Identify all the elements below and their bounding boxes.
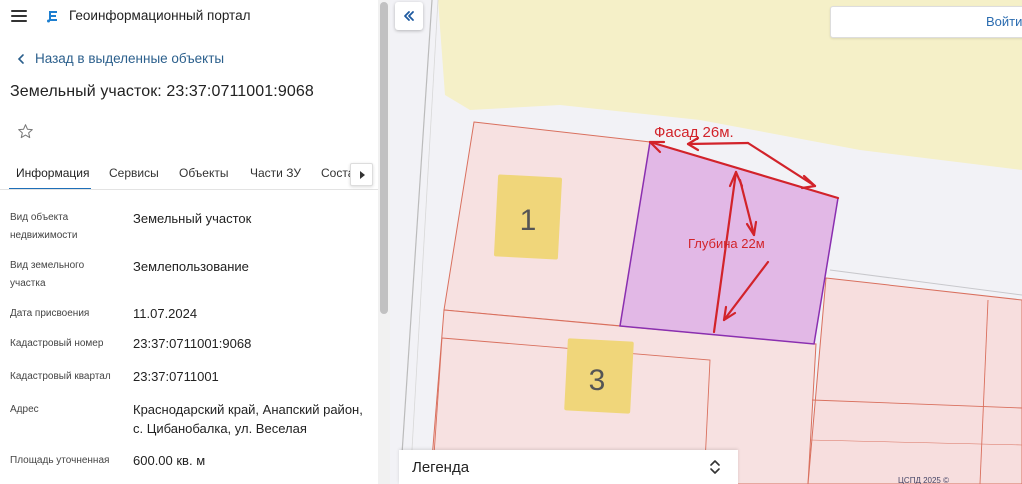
plot-1-number: 1 (520, 204, 537, 237)
object-tabs: Информация Сервисы Объекты Части ЗУ Сост… (0, 156, 378, 190)
portal-logo-icon (47, 11, 57, 23)
tab-objects[interactable]: Объекты (179, 166, 229, 180)
expand-collapse-icon (710, 460, 720, 474)
info-label: Кадастровый квартал (10, 371, 111, 382)
info-label: Вид объекта недвижимости (10, 212, 78, 241)
info-value: 600.00 кв. м (133, 453, 206, 468)
info-value: 11.07.2024 (133, 306, 198, 321)
depth-annotation: Глубина 22м (688, 236, 765, 251)
info-label: Вид земельного участка (10, 260, 85, 289)
favorite-star-icon[interactable] (17, 123, 34, 140)
map-copyright: ЦСПД 2025 © (898, 476, 949, 484)
hamburger-menu-icon[interactable] (11, 10, 27, 22)
plot-3-number: 3 (589, 364, 606, 397)
legend-panel[interactable]: Легенда (399, 450, 738, 484)
panel-scrollbar-thumb[interactable] (380, 2, 388, 314)
info-value: 23:37:0711001:9068 (133, 336, 252, 351)
tab-info[interactable]: Информация (16, 166, 89, 180)
chevron-left-icon (17, 53, 24, 64)
info-value: Земельный участок (133, 211, 252, 226)
info-label: Кадастровый номер (10, 338, 104, 349)
parcel-right[interactable] (807, 277, 1022, 484)
back-to-selection-link[interactable]: Назад в выделенные объекты (14, 51, 224, 66)
login-button[interactable]: Войти (986, 14, 1022, 29)
double-chevron-left-icon (404, 11, 414, 21)
object-info-panel: Геоинформационный портал Назад в выделен… (0, 0, 390, 484)
info-value: Краснодарский край, Анапский район, с. Ц… (133, 402, 363, 436)
collapse-panel-button[interactable] (395, 2, 423, 30)
info-label: Адрес (10, 404, 39, 415)
facade-annotation: Фасад 26м. (654, 124, 734, 141)
back-link-label: Назад в выделенные объекты (35, 51, 225, 66)
tab-parts[interactable]: Части ЗУ (250, 166, 301, 180)
active-tab-indicator (9, 188, 91, 189)
caret-right-icon (359, 170, 365, 179)
info-value: 23:37:0711001 (133, 369, 219, 384)
tab-services[interactable]: Сервисы (109, 166, 159, 180)
info-label: Дата присвоения (10, 308, 90, 319)
page-title: Земельный участок: 23:37:0711001:9068 (10, 83, 314, 100)
map-canvas: 1 3 Фасад 26м. Глубина 22м (390, 0, 1022, 484)
app-header: Геоинформационный портал (0, 0, 378, 34)
legend-title: Легенда (412, 459, 470, 476)
info-value: Землепользование (133, 259, 249, 274)
info-label: Площадь уточненная (10, 455, 110, 466)
tabs-scroll-right-button[interactable] (350, 163, 373, 186)
app-title: Геоинформационный портал (69, 8, 251, 23)
cadastral-map[interactable]: 1 3 Фасад 26м. Глубина 22м (390, 0, 1022, 484)
